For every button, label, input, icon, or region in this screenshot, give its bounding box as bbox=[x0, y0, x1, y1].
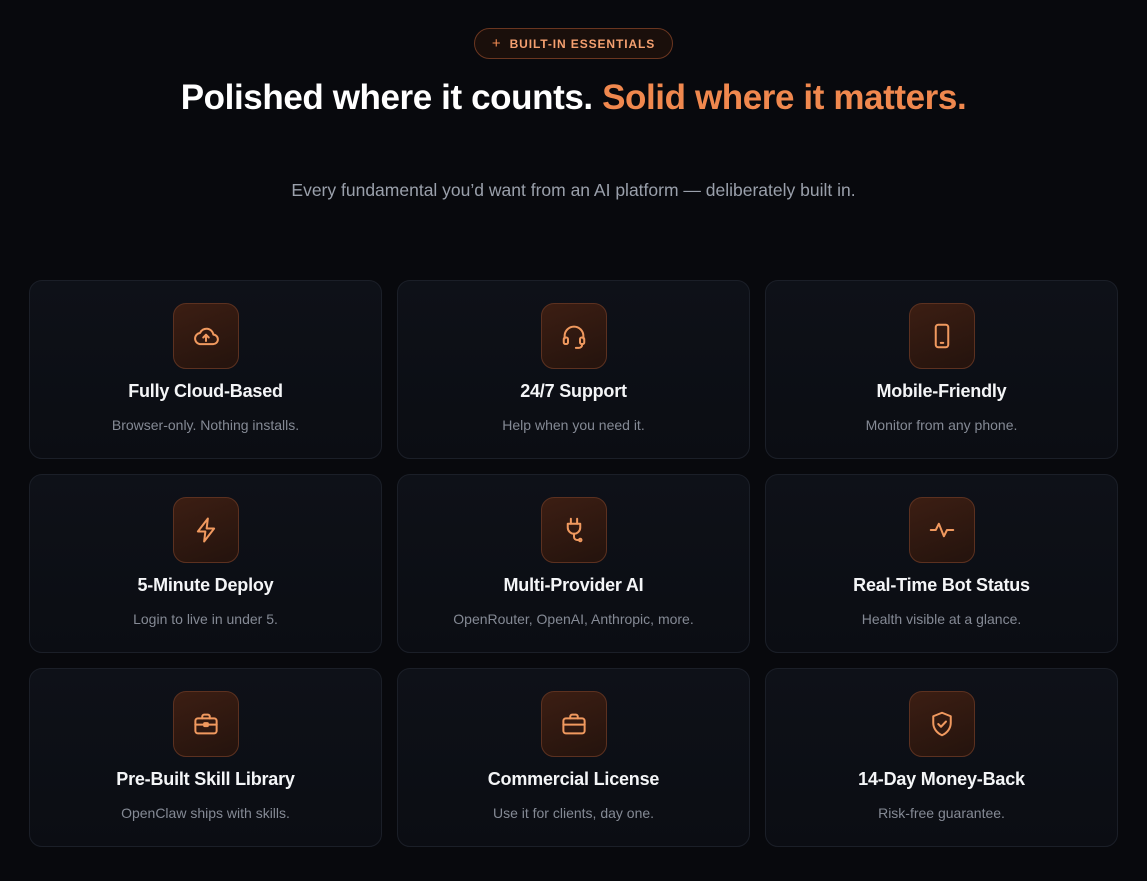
briefcase-icon bbox=[173, 691, 239, 757]
feature-title: 24/7 Support bbox=[520, 381, 627, 401]
feature-description: Login to live in under 5. bbox=[133, 611, 278, 627]
feature-title: Real-Time Bot Status bbox=[853, 575, 1030, 595]
feature-description: OpenRouter, OpenAI, Anthropic, more. bbox=[453, 611, 694, 627]
headset-icon bbox=[541, 303, 607, 369]
eyebrow-badge: + BUILT-IN ESSENTIALS bbox=[474, 28, 673, 59]
briefcase-icon bbox=[541, 691, 607, 757]
feature-card-status: Real-Time Bot Status Health visible at a… bbox=[765, 474, 1118, 653]
essentials-section: + BUILT-IN ESSENTIALS Polished where it … bbox=[0, 0, 1147, 881]
plug-icon bbox=[541, 497, 607, 563]
page-title: Polished where it counts. Solid where it… bbox=[170, 78, 977, 117]
feature-title: Mobile-Friendly bbox=[876, 381, 1007, 401]
cloud-upload-icon bbox=[173, 303, 239, 369]
headline-primary: Polished where it counts. bbox=[180, 78, 593, 117]
feature-card-skills: Pre-Built Skill Library OpenClaw ships w… bbox=[29, 668, 382, 847]
feature-description: OpenClaw ships with skills. bbox=[121, 805, 290, 821]
feature-description: Monitor from any phone. bbox=[865, 417, 1018, 433]
shield-check-icon bbox=[909, 691, 975, 757]
feature-description: Help when you need it. bbox=[502, 417, 645, 433]
feature-title: Fully Cloud-Based bbox=[128, 381, 283, 401]
feature-card-cloud: Fully Cloud-Based Browser-only. Nothing … bbox=[29, 280, 382, 459]
feature-title: 14-Day Money-Back bbox=[858, 769, 1025, 789]
feature-title: Commercial License bbox=[487, 769, 660, 789]
eyebrow-label: BUILT-IN ESSENTIALS bbox=[509, 36, 656, 51]
feature-card-providers: Multi-Provider AI OpenRouter, OpenAI, An… bbox=[397, 474, 750, 653]
headline-accent: Solid where it matters. bbox=[602, 78, 967, 117]
feature-title: Multi-Provider AI bbox=[503, 575, 644, 595]
feature-title: Pre-Built Skill Library bbox=[116, 769, 295, 789]
feature-card-deploy: 5-Minute Deploy Login to live in under 5… bbox=[29, 474, 382, 653]
feature-card-guarantee: 14-Day Money-Back Risk-free guarantee. bbox=[765, 668, 1118, 847]
page-subtitle: Every fundamental you’d want from an AI … bbox=[291, 180, 856, 200]
feature-card-mobile: Mobile-Friendly Monitor from any phone. bbox=[765, 280, 1118, 459]
lightning-icon bbox=[173, 497, 239, 563]
feature-card-license: Commercial License Use it for clients, d… bbox=[397, 668, 750, 847]
activity-icon bbox=[909, 497, 975, 563]
feature-title: 5-Minute Deploy bbox=[137, 575, 274, 595]
feature-card-support: 24/7 Support Help when you need it. bbox=[397, 280, 750, 459]
feature-description: Health visible at a glance. bbox=[861, 611, 1022, 627]
smartphone-icon bbox=[909, 303, 975, 369]
feature-description: Risk-free guarantee. bbox=[878, 805, 1005, 821]
feature-description: Use it for clients, day one. bbox=[492, 805, 655, 821]
plus-icon: + bbox=[491, 35, 501, 52]
feature-description: Browser-only. Nothing installs. bbox=[111, 417, 300, 433]
